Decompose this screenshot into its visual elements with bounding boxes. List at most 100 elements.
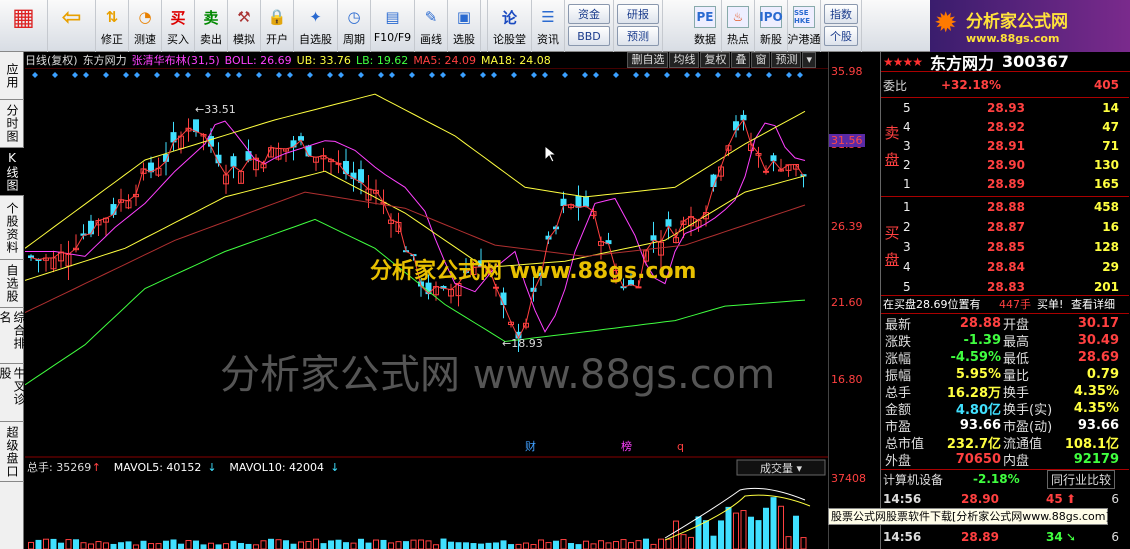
- toolbar-right-button-2[interactable]: IPO 新股: [755, 0, 788, 52]
- candle-down[interactable]: [28, 255, 34, 258]
- index-button[interactable]: 指数: [824, 4, 858, 24]
- volume-bar: [388, 542, 394, 549]
- volume-bar: [298, 541, 304, 549]
- signal-diamond-icon: [797, 72, 803, 78]
- stat-value: 30.17: [1077, 315, 1119, 331]
- toolbar-button-label: 模拟: [233, 33, 255, 46]
- left-tab-1[interactable]: 分时图: [0, 100, 24, 148]
- weibi-label: 委比: [883, 78, 908, 93]
- signal-diamond-icon: [389, 72, 395, 78]
- speed-icon: ◔: [138, 8, 152, 26]
- buy-price: 28.84: [987, 260, 1025, 274]
- status-detail-link[interactable]: 查看详细: [1071, 296, 1115, 312]
- left-tab-7[interactable]: 超级盘口: [0, 422, 24, 482]
- volume-bar: [643, 538, 649, 549]
- volume-bar: [778, 505, 784, 549]
- stat-row-1: 涨跌 -1.39 最高 30.49: [881, 331, 1129, 350]
- small-button-report[interactable]: 研报: [617, 4, 659, 24]
- volume-bar: [185, 540, 192, 549]
- toolbar-button-7[interactable]: 🔒 开户: [261, 0, 294, 52]
- left-tab-2[interactable]: K线图: [0, 148, 24, 196]
- candle-down[interactable]: [230, 156, 237, 167]
- chart-button-0[interactable]: 删自选: [627, 52, 669, 68]
- footer-link[interactable]: 股票公式网股票软件下载[分析家公式网www.88gs.com]: [828, 508, 1110, 525]
- volume-bar: [395, 541, 402, 549]
- volume-bar: [800, 537, 807, 549]
- volume-bar: [50, 538, 57, 549]
- toolbar-button-9[interactable]: ◷ 周期: [338, 0, 371, 52]
- toolbar-right-button-1[interactable]: ♨ 热点: [722, 0, 755, 52]
- toolbar-button-5[interactable]: 卖卖出: [195, 0, 228, 52]
- candle-down[interactable]: [193, 119, 199, 133]
- candle-down[interactable]: [770, 155, 777, 162]
- toolbar-button-13[interactable]: 论论股堂: [488, 0, 532, 52]
- candle-down[interactable]: [665, 219, 672, 227]
- volume-bar: [245, 543, 252, 549]
- signal-diamond-icon: [123, 72, 129, 78]
- event-marker-1[interactable]: 榜: [621, 439, 632, 453]
- industry-compare-button[interactable]: 同行业比较: [1047, 469, 1116, 489]
- volume-legend-1: MAVOL5: 40152: [114, 461, 202, 474]
- candle-down[interactable]: [560, 198, 567, 207]
- chart-button-3[interactable]: 叠: [731, 52, 751, 68]
- candle-down[interactable]: [110, 204, 117, 215]
- sell-row-2: 2 28.90 130: [881, 156, 1129, 174]
- toolbar-button-14[interactable]: ☰ 资讯: [532, 0, 565, 52]
- left-tab-4[interactable]: 自选股: [0, 260, 24, 308]
- chart-button-4[interactable]: 窗: [751, 52, 771, 68]
- left-tab-6[interactable]: 牛叉诊股: [0, 364, 26, 422]
- chart-menu-arrow-icon[interactable]: ▾: [802, 52, 816, 68]
- toolbar-button-8[interactable]: ✦ 自选股: [294, 0, 338, 52]
- left-tab-5[interactable]: 综合排名: [0, 308, 26, 364]
- candle-down[interactable]: [733, 121, 739, 131]
- chart-button-2[interactable]: 复权: [700, 52, 731, 68]
- candle-down[interactable]: [650, 235, 657, 241]
- candle-down[interactable]: [305, 145, 312, 157]
- toolbar-button-2[interactable]: ⇅ 修正: [96, 0, 129, 52]
- tick-flag: 6: [1111, 530, 1119, 544]
- toolbar-button-3[interactable]: ◔ 测速: [129, 0, 162, 52]
- toolbar-button-label: 选股: [453, 33, 475, 46]
- candle-down[interactable]: [208, 136, 214, 147]
- volume-bar: [680, 534, 687, 549]
- toolbar-button-4[interactable]: 买买入: [162, 0, 195, 52]
- stat-key: 外盘: [885, 453, 912, 469]
- small-button-fund[interactable]: 资金: [568, 4, 610, 24]
- personal-button[interactable]: 个股: [824, 26, 858, 46]
- volume-bar: [230, 540, 237, 549]
- toolbar-button-12[interactable]: ▣ 选股: [448, 0, 481, 52]
- toolbar-right-button-3[interactable]: SSE HKE 沪港通: [788, 0, 821, 52]
- volume-bar: [328, 540, 334, 549]
- small-button-bbd[interactable]: BBD: [568, 26, 610, 46]
- left-tab-0[interactable]: 应用: [0, 52, 24, 100]
- event-marker-0[interactable]: 财: [525, 439, 536, 453]
- toolbar-button-11[interactable]: ✎ 画线: [415, 0, 448, 52]
- toolbar-right-button-0[interactable]: PE 数据: [689, 0, 722, 52]
- volume-bar: [665, 538, 672, 549]
- left-tab-3[interactable]: 个股资料: [0, 196, 24, 260]
- chart-button-1[interactable]: 均线: [669, 52, 700, 68]
- candle-down[interactable]: [583, 196, 589, 207]
- kline-svg[interactable]: ←33.51 ←18.93 分析家公式网 www.88gs.com 分析家公式网 ww…: [25, 68, 828, 549]
- event-marker-2[interactable]: q: [677, 440, 684, 453]
- candle-down[interactable]: [88, 220, 94, 235]
- toolbar-button-0[interactable]: ▦: [0, 0, 48, 52]
- stock-code: 300367: [1002, 52, 1069, 71]
- stat-value: 4.35%: [1073, 383, 1119, 399]
- small-button-group: [481, 0, 488, 52]
- toolbar-button-6[interactable]: ⚒ 模拟: [228, 0, 261, 52]
- candle-down[interactable]: [575, 195, 582, 208]
- toolbar-button-10[interactable]: ▤ F10/F9: [371, 0, 415, 52]
- candle-down[interactable]: [500, 292, 507, 306]
- signal-diamond-icon: [684, 72, 690, 78]
- sell-volume: 165: [1093, 177, 1119, 191]
- signal-diamond-icon: [715, 72, 721, 78]
- toolbar-button-1[interactable]: ⇦: [48, 0, 96, 52]
- buy-row-4: 4 28.84 29: [881, 258, 1129, 276]
- chart-button-5[interactable]: 预测: [771, 52, 802, 68]
- small-button-forecast[interactable]: 预测: [617, 26, 659, 46]
- kline-chart-area[interactable]: 日线(复权) 东方网力 张清华布林(31,5) BOLL: 26.69 UB: 33.7…: [25, 52, 828, 549]
- candle-down[interactable]: [358, 169, 364, 183]
- sell-level: 1: [903, 177, 911, 191]
- toolbar-right-label: 数据: [694, 33, 716, 46]
